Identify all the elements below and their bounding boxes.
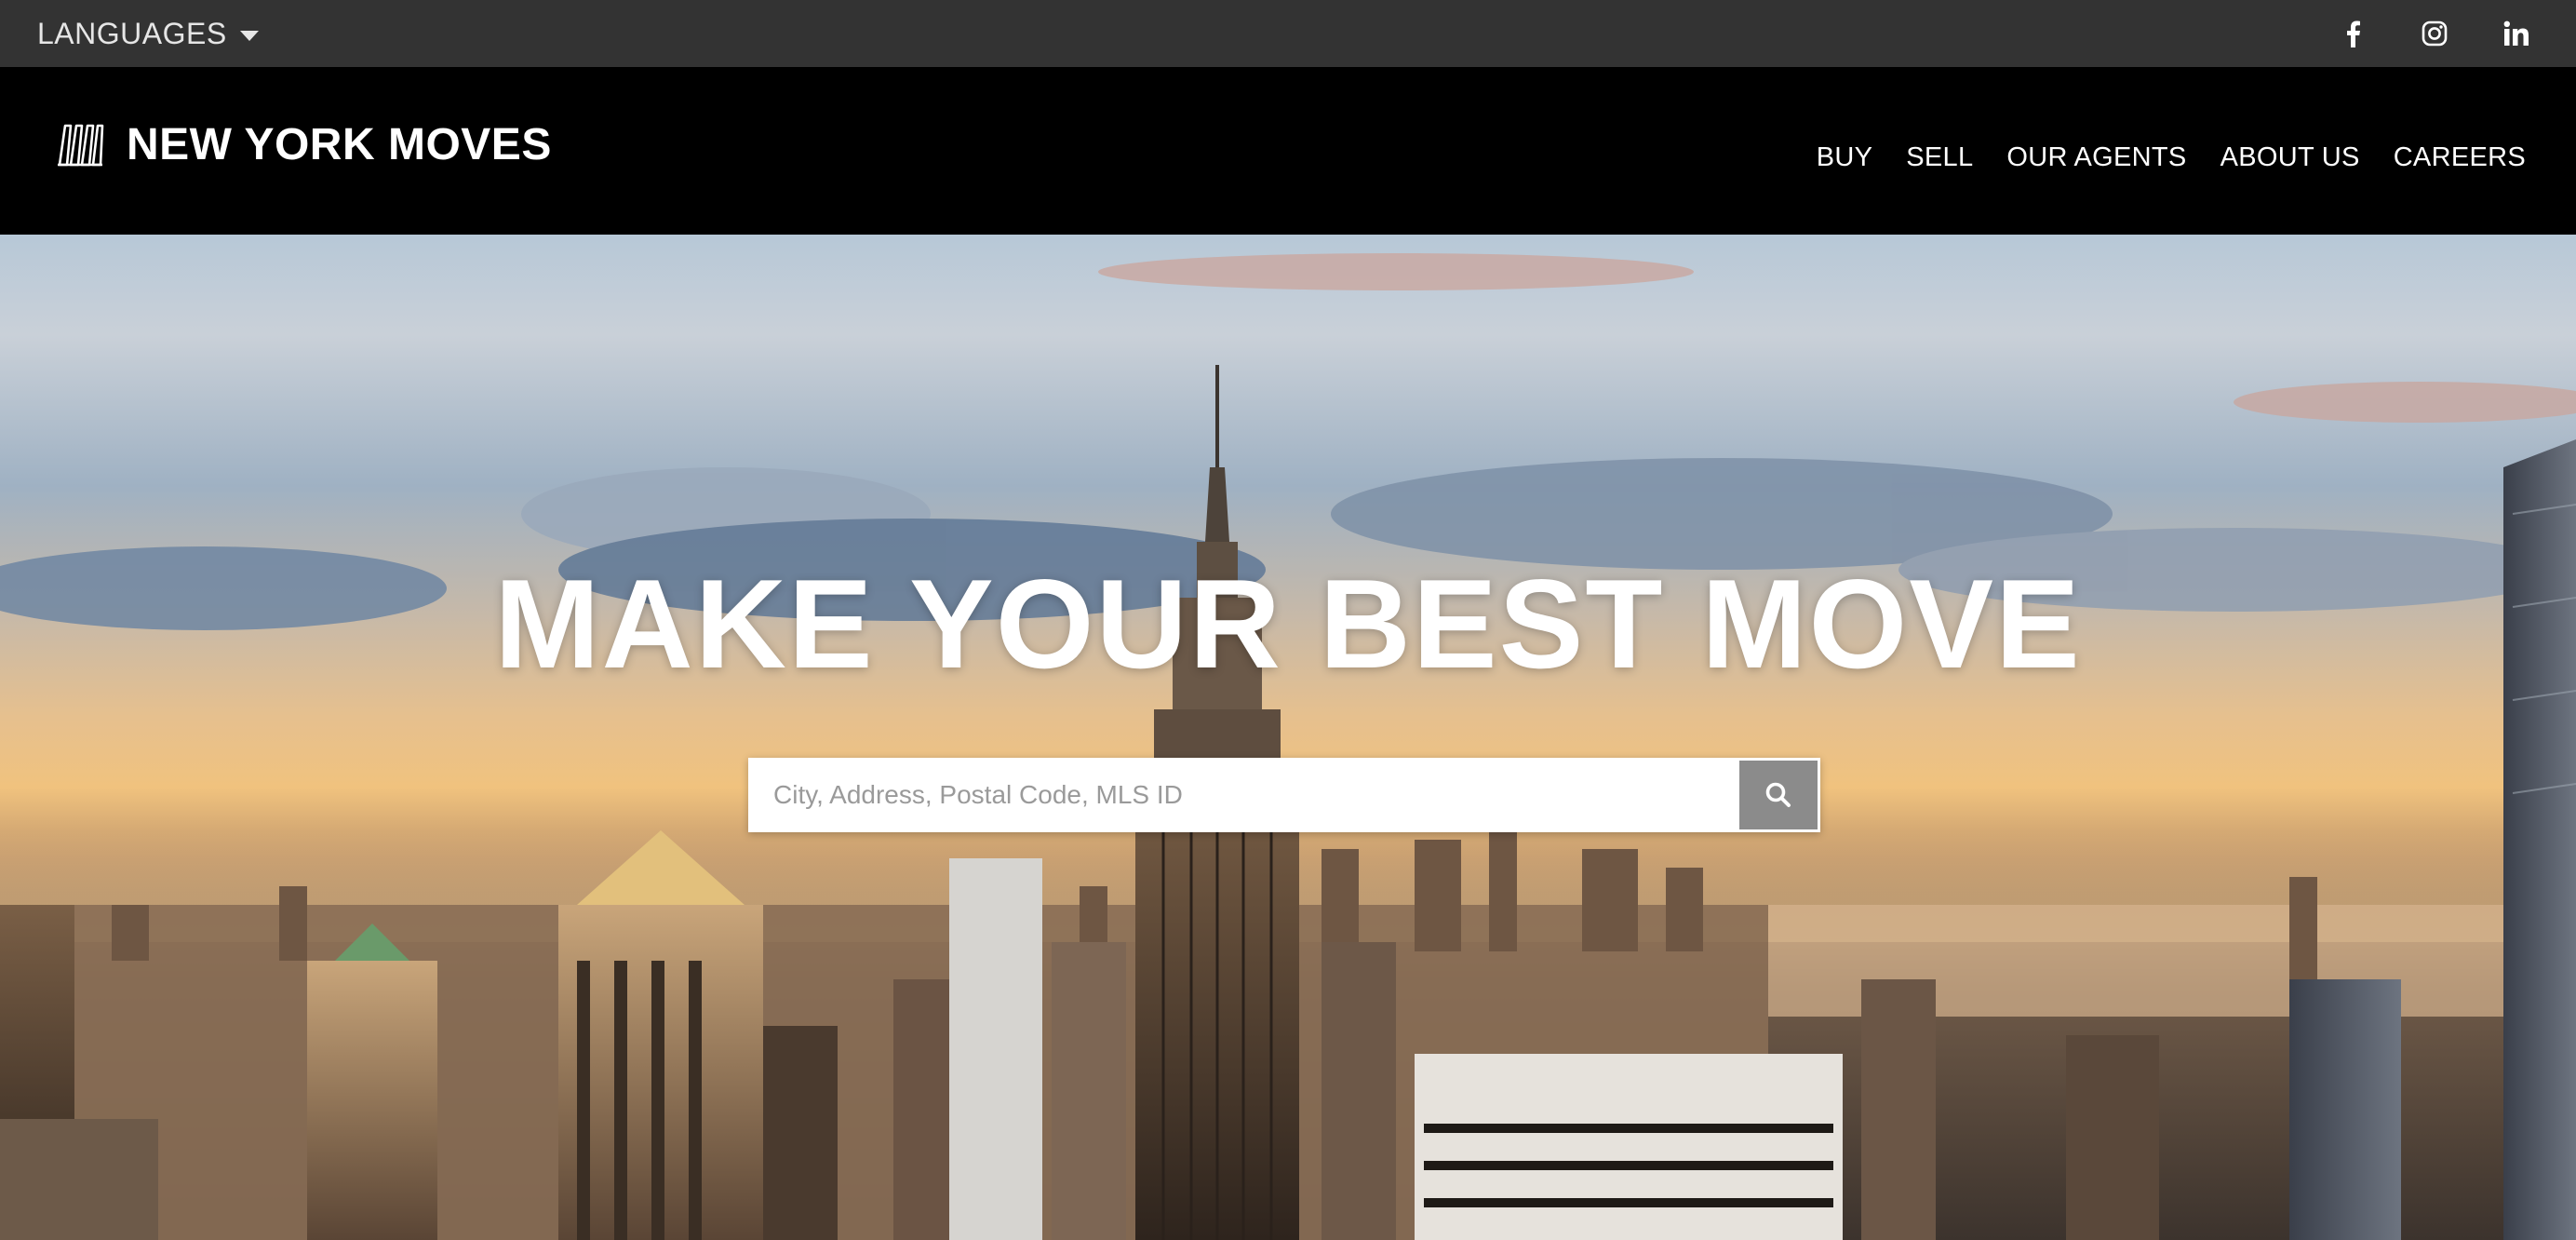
search-icon [1765, 782, 1791, 807]
main-nav: BUY SELL OUR AGENTS ABOUT US CAREERS [1817, 142, 2526, 173]
brand-name: NEW YORK MOVES [127, 119, 552, 169]
hero-title: MAKE YOUR BEST MOVE [494, 553, 2082, 694]
caret-down-icon [239, 30, 259, 41]
nav-item-about-us[interactable]: ABOUT US [2220, 142, 2360, 173]
instagram-icon[interactable] [2420, 19, 2449, 48]
languages-dropdown[interactable]: LANGUAGES [37, 17, 259, 51]
building-logo-icon [58, 124, 104, 167]
top-utility-bar: LANGUAGES [0, 0, 2576, 67]
city-skyline-background [0, 253, 2576, 1240]
nav-item-our-agents[interactable]: OUR AGENTS [2006, 142, 2186, 173]
main-header: NEW YORK MOVES BUY SELL OUR AGENTS ABOUT… [0, 67, 2576, 235]
property-search-bar [748, 758, 1820, 832]
brand-logo-link[interactable]: NEW YORK MOVES [56, 119, 552, 170]
social-links [2338, 19, 2539, 48]
languages-label: LANGUAGES [37, 16, 227, 50]
search-button[interactable] [1739, 761, 1818, 829]
nav-item-sell[interactable]: SELL [1906, 142, 1973, 173]
nav-item-buy[interactable]: BUY [1817, 142, 1873, 173]
hero-section: MAKE YOUR BEST MOVE [0, 235, 2576, 1240]
nav-item-careers[interactable]: CAREERS [2394, 142, 2526, 173]
linkedin-icon[interactable] [2502, 19, 2531, 48]
search-input[interactable] [751, 761, 1739, 829]
facebook-icon[interactable] [2338, 19, 2368, 48]
